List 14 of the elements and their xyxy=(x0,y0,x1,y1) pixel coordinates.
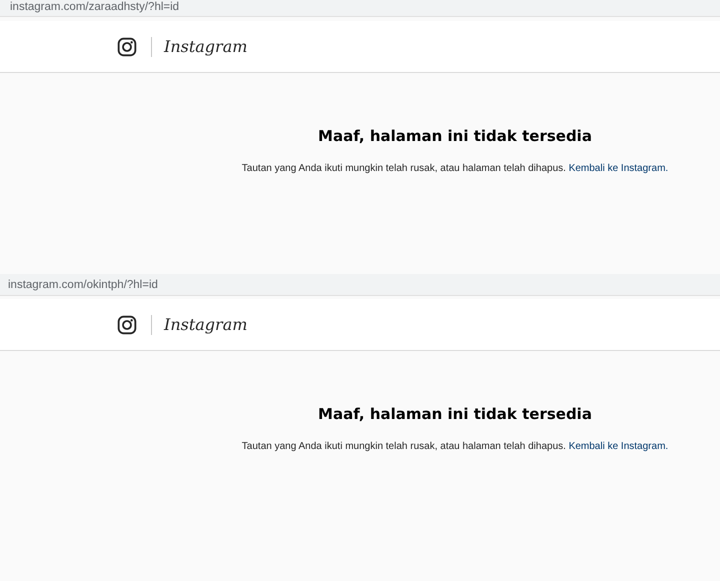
error-heading: Maaf, halaman ini tidak tersedia xyxy=(318,127,592,145)
camera-icon[interactable] xyxy=(117,314,137,334)
error-message: Tautan yang Anda ikuti mungkin telah rusak, atau halaman telah dihapus. Kembali ke Instagram. xyxy=(242,441,668,452)
error-message: Tautan yang Anda ikuti mungkin telah rusak, atau halaman telah dihapus. Kembali ke Instagram. xyxy=(242,163,668,174)
camera-icon[interactable] xyxy=(117,36,137,56)
error-heading: Maaf, halaman ini tidak tersedia xyxy=(318,405,592,423)
back-link[interactable]: Kembali ke Instagram. xyxy=(568,441,668,452)
url-text: instagram.com/zaraadhsty/?hl=id xyxy=(10,0,180,14)
logo-wordmark[interactable]: Instagram xyxy=(164,37,248,56)
address-bar[interactable]: instagram.com/zaraadhsty/?hl=id xyxy=(0,0,720,17)
url-text: instagram.com/okintph/?hl=id xyxy=(8,278,158,292)
logo-wordmark[interactable]: Instagram xyxy=(164,315,248,334)
back-link[interactable]: Kembali ke Instagram. xyxy=(568,163,668,174)
address-bar[interactable]: instagram.com/okintph/?hl=id xyxy=(0,274,720,296)
